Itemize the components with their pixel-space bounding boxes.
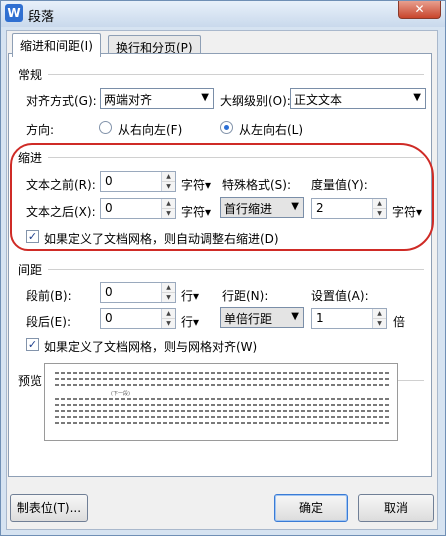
indent-after-label: 文本之后(X): (26, 205, 96, 219)
section-divider (48, 269, 424, 270)
spin-down-icon[interactable]: ▼ (162, 181, 175, 190)
set-value-value: 1 (316, 311, 324, 325)
ltr-label[interactable]: 从左向右(L) (239, 121, 303, 138)
spin-down-icon[interactable]: ▼ (373, 208, 386, 217)
measure-unit[interactable]: 字符▾ (392, 203, 422, 220)
line-spacing-value: 单倍行距 (224, 312, 273, 326)
window-title: 段落 (28, 10, 55, 25)
space-before-label: 段前(B): (26, 289, 72, 303)
auto-adjust-indent-checkbox[interactable]: ✓ (26, 230, 39, 243)
alignment-value: 两端对齐 (104, 93, 153, 107)
chevron-down-icon: ▼ (413, 92, 421, 103)
section-divider (48, 157, 424, 158)
indent-before-unit[interactable]: 字符▾ (181, 176, 211, 193)
indent-before-label: 文本之前(R): (26, 178, 96, 192)
preview-line (55, 398, 389, 400)
spin-up-icon[interactable]: ▲ (373, 199, 386, 208)
ltr-radio[interactable] (220, 121, 233, 134)
preview-line (55, 372, 389, 374)
special-format-label: 特殊格式(S): (222, 178, 292, 192)
chevron-down-icon: ▼ (291, 201, 299, 212)
indent-before-value: 0 (105, 174, 113, 188)
spin-down-icon[interactable]: ▼ (162, 208, 175, 217)
snap-to-grid-label[interactable]: 如果定义了文档网格，则与网格对齐(W) (44, 338, 257, 355)
space-before-unit[interactable]: 行▾ (181, 287, 199, 304)
outline-level-label: 大纲级别(O): (220, 94, 291, 108)
spin-down-icon[interactable]: ▼ (373, 318, 386, 327)
space-before-value: 0 (105, 285, 113, 299)
indent-before-spinner[interactable]: 0 ▲ ▼ (100, 171, 176, 192)
section-indent-title: 缩进 (16, 149, 45, 166)
direction-label: 方向: (26, 123, 55, 137)
space-after-value: 0 (105, 311, 113, 325)
preview-line (55, 422, 389, 424)
outline-level-select[interactable]: 正文文本 ▼ (290, 88, 426, 109)
cancel-button[interactable]: 取消 (358, 494, 434, 522)
wps-app-icon: W (5, 4, 23, 22)
space-after-label: 段后(E): (26, 315, 71, 329)
outline-level-value: 正文文本 (294, 93, 343, 107)
rtl-label[interactable]: 从右向左(F) (118, 121, 182, 138)
tab-indent-spacing[interactable]: 缩进和间距(I) (12, 33, 101, 57)
space-before-spinner[interactable]: 0 ▲ ▼ (100, 282, 176, 303)
indent-after-value: 0 (105, 201, 113, 215)
space-after-unit[interactable]: 行▾ (181, 313, 199, 330)
set-value-spinner[interactable]: 1 ▲ ▼ (311, 308, 387, 329)
tab-stops-button[interactable]: 制表位(T)... (10, 494, 88, 522)
measure-spinner[interactable]: 2 ▲ ▼ (311, 198, 387, 219)
indent-after-spinner[interactable]: 0 ▲ ▼ (100, 198, 176, 219)
special-format-select[interactable]: 首行缩进 ▼ (220, 197, 304, 218)
section-divider (48, 74, 424, 75)
paragraph-preview: (下一段) (44, 363, 398, 441)
measure-label: 度量值(Y): (311, 178, 368, 192)
title-bar: W 段落 ✕ (1, 1, 445, 27)
line-spacing-select[interactable]: 单倍行距 ▼ (220, 307, 304, 328)
indent-after-unit[interactable]: 字符▾ (181, 203, 211, 220)
space-after-spinner[interactable]: 0 ▲ ▼ (100, 308, 176, 329)
snap-to-grid-checkbox[interactable]: ✓ (26, 338, 39, 351)
set-value-unit: 倍 (393, 315, 406, 329)
close-button[interactable]: ✕ (398, 1, 441, 19)
spin-up-icon[interactable]: ▲ (373, 309, 386, 318)
chevron-down-icon: ▼ (291, 311, 299, 322)
section-general-title: 常规 (16, 66, 45, 83)
spin-down-icon[interactable]: ▼ (162, 292, 175, 301)
spin-down-icon[interactable]: ▼ (162, 318, 175, 327)
section-spacing-title: 间距 (16, 261, 45, 278)
preview-line (55, 404, 389, 406)
preview-line (55, 384, 389, 386)
preview-line (55, 378, 389, 380)
measure-value: 2 (316, 201, 324, 215)
line-spacing-label: 行距(N): (222, 289, 269, 303)
auto-adjust-indent-label[interactable]: 如果定义了文档网格，则自动调整右缩进(D) (44, 230, 279, 247)
section-preview-title: 预览 (16, 372, 45, 389)
preview-sample-label: (下一段) (111, 391, 130, 397)
spin-up-icon[interactable]: ▲ (162, 309, 175, 318)
spin-up-icon[interactable]: ▲ (162, 199, 175, 208)
set-value-label: 设置值(A): (311, 289, 369, 303)
rtl-radio[interactable] (99, 121, 112, 134)
preview-line (55, 410, 389, 412)
alignment-select[interactable]: 两端对齐 ▼ (100, 88, 214, 109)
special-format-value: 首行缩进 (224, 202, 273, 216)
preview-line (55, 416, 389, 418)
spin-up-icon[interactable]: ▲ (162, 172, 175, 181)
alignment-label: 对齐方式(G): (26, 94, 97, 108)
chevron-down-icon: ▼ (201, 92, 209, 103)
spin-up-icon[interactable]: ▲ (162, 283, 175, 292)
ok-button[interactable]: 确定 (274, 494, 348, 522)
